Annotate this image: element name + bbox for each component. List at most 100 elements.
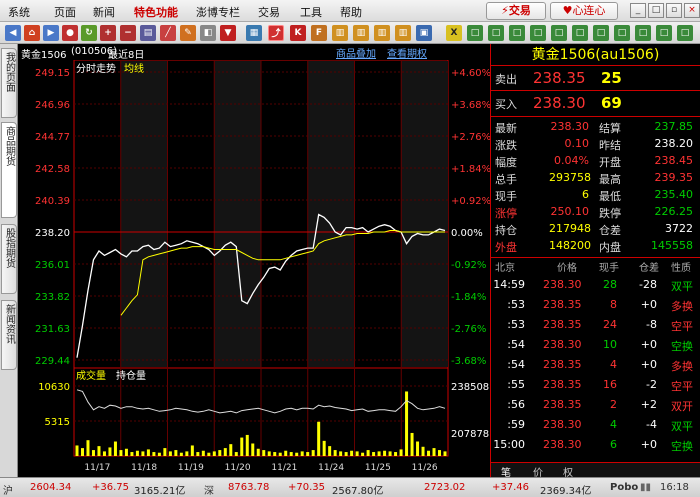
menu-column[interactable]: 澎博专栏: [196, 4, 240, 20]
kline-icon[interactable]: K: [290, 25, 306, 41]
pct-tick-label: -0.92%: [451, 260, 486, 271]
tool-e-icon[interactable]: □: [530, 25, 546, 41]
tool-d-icon[interactable]: □: [509, 25, 525, 41]
buy-row[interactable]: 买入 238.30 69: [491, 94, 700, 114]
tick-row[interactable]: 15:00 238.30 6 +0 空换: [491, 438, 700, 455]
tick-price: 238.35: [543, 318, 582, 331]
sh-change: +36.75: [92, 482, 130, 493]
filter-icon[interactable]: ▼: [220, 25, 236, 41]
stat-value: 235.40: [654, 188, 694, 201]
tool-a-icon[interactable]: ▣: [416, 25, 432, 41]
pen-icon[interactable]: ✎: [180, 25, 196, 41]
price-tick-label: 229.44: [35, 356, 70, 367]
eraser-icon[interactable]: ◧: [200, 25, 216, 41]
draw-icon[interactable]: ╱: [160, 25, 176, 41]
tool-f-icon[interactable]: □: [551, 25, 567, 41]
side-tab-commodity-futures[interactable]: 商品期货: [1, 122, 17, 218]
tick-row[interactable]: 14:59 238.30 28 -28 双平: [491, 278, 700, 295]
side-tab-index-futures[interactable]: 股指期货: [1, 224, 17, 294]
home-icon[interactable]: ⌂: [24, 25, 40, 41]
side-tab-news[interactable]: 新闻资讯: [1, 300, 17, 370]
table-icon[interactable]: ▦: [246, 25, 262, 41]
tool-k-icon[interactable]: □: [656, 25, 672, 41]
day-shade: [120, 61, 168, 367]
tick-row[interactable]: :53 238.35 24 -8 空平: [491, 318, 700, 335]
tool-h-icon[interactable]: □: [593, 25, 609, 41]
heart-button[interactable]: ♥心连心: [550, 2, 618, 20]
tick-row[interactable]: :56 238.35 2 +2 双开: [491, 398, 700, 415]
menu-system[interactable]: 系统: [8, 4, 30, 20]
volume-bar: [190, 445, 194, 456]
tick-row[interactable]: :53 238.35 8 +0 多换: [491, 298, 700, 315]
tool-l-icon[interactable]: □: [677, 25, 693, 41]
side-tab-my-pages[interactable]: 我的页面: [1, 48, 17, 118]
tool-x-icon[interactable]: X: [446, 25, 462, 41]
intraday-chart-icon[interactable]: ⤴: [268, 25, 284, 41]
volume-bar: [410, 432, 414, 456]
buy-price: 238.30: [533, 94, 586, 112]
tool-b-icon[interactable]: □: [467, 25, 483, 41]
chart1-icon[interactable]: ▥: [332, 25, 348, 41]
volume-bar: [339, 451, 343, 456]
vol-tick-label: 10630: [38, 382, 70, 393]
tick-time: :53: [507, 318, 525, 331]
tick-price: 238.30: [543, 338, 582, 351]
view-options-button[interactable]: 查看期权: [387, 45, 427, 60]
tool-j-icon[interactable]: □: [635, 25, 651, 41]
ticks-header-time: 北京: [495, 263, 515, 274]
stat-label: 最高: [599, 173, 621, 186]
tick-row[interactable]: :59 238.30 4 -4 双平: [491, 418, 700, 435]
tick-time: 14:59: [493, 278, 525, 291]
menu-trade[interactable]: 交易: [258, 4, 280, 20]
lightning-icon: ⚡: [501, 4, 509, 17]
stat-label: 昨结: [599, 139, 621, 152]
volume-bar: [141, 451, 145, 456]
volume-bar: [399, 449, 403, 456]
price-tick-label: 246.96: [35, 100, 70, 111]
maximize-button[interactable]: □: [648, 3, 664, 18]
stop-icon[interactable]: ●: [62, 25, 78, 41]
overlay-commodity-button[interactable]: 商品叠加: [336, 45, 376, 60]
tick-row[interactable]: :55 238.35 16 -2 空平: [491, 378, 700, 395]
minimize-button[interactable]: _: [630, 3, 646, 18]
back-icon[interactable]: ◀: [5, 25, 21, 41]
sell-row[interactable]: 卖出 238.35 25: [491, 69, 700, 89]
day-shade: [401, 61, 448, 367]
menu-help[interactable]: 帮助: [340, 4, 362, 20]
stat-value: 0.10: [564, 137, 590, 150]
menu-tools[interactable]: 工具: [300, 4, 322, 20]
zoom-out-icon[interactable]: −: [120, 25, 136, 41]
stat-value: 0.04%: [554, 154, 589, 167]
stats-icon[interactable]: ▤: [140, 25, 156, 41]
chart3-icon[interactable]: ▥: [374, 25, 390, 41]
tool-g-icon[interactable]: □: [572, 25, 588, 41]
volume-bar: [256, 448, 260, 456]
sell-label: 卖出: [495, 73, 517, 86]
menu-page[interactable]: 页面: [54, 4, 76, 20]
menu-features[interactable]: 特色功能: [134, 4, 178, 20]
chart4-icon[interactable]: ▥: [395, 25, 411, 41]
date-tick-label: 11/20: [225, 463, 251, 473]
tick-time: :54: [507, 338, 525, 351]
intraday-chart[interactable]: 249.15 +4.60% 246.96 +3.68% 244.77 +2.76% 242.…: [18, 60, 490, 477]
tool-c-icon[interactable]: □: [488, 25, 504, 41]
tool-i-icon[interactable]: □: [614, 25, 630, 41]
restore-button[interactable]: ▫: [666, 3, 682, 18]
zoom-in-icon[interactable]: +: [100, 25, 116, 41]
tick-price: 238.30: [543, 278, 582, 291]
refresh-icon[interactable]: ↻: [81, 25, 97, 41]
tick-icon[interactable]: F: [311, 25, 327, 41]
vol-tick-label: 5315: [45, 417, 70, 428]
close-button[interactable]: ×: [684, 3, 700, 18]
tick-volume: 24: [603, 318, 617, 331]
tick-row[interactable]: :54 238.30 10 +0 空换: [491, 338, 700, 355]
menu-news[interactable]: 新闻: [93, 4, 115, 20]
forward-icon[interactable]: ▶: [43, 25, 59, 41]
trade-button[interactable]: ⚡交易: [486, 2, 546, 20]
sell-volume: 25: [601, 69, 622, 87]
stat-value: 293758: [549, 171, 591, 184]
tick-row[interactable]: :54 238.35 4 +0 多换: [491, 358, 700, 375]
tick-volume: 16: [603, 378, 617, 391]
chart2-icon[interactable]: ▥: [353, 25, 369, 41]
chart-panel: 黄金1506 (010506) 最近8日 商品叠加 查看期权 249.15 +4.…: [18, 44, 490, 477]
